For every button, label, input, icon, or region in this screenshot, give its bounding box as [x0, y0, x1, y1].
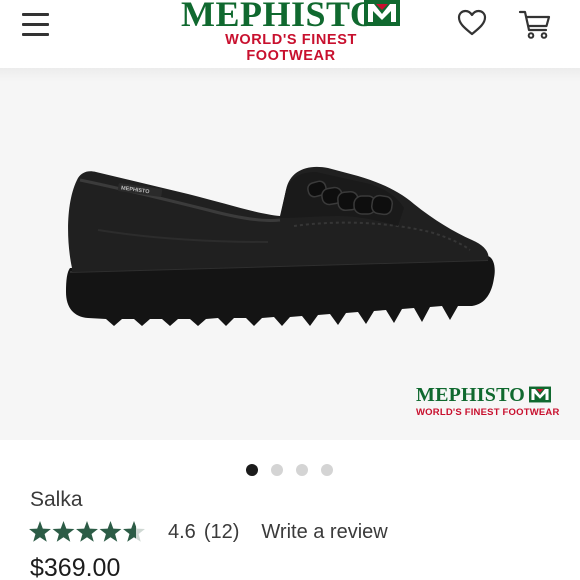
gallery-dot-3[interactable] [296, 464, 308, 476]
logo-m-emblem-icon [364, 0, 400, 26]
product-name: Salka [30, 488, 83, 511]
rating-star-4 [99, 521, 122, 542]
cart-icon[interactable] [518, 8, 552, 40]
gallery-dot-4[interactable] [321, 464, 333, 476]
product-image-gallery[interactable]: MEPHISTO MEPHISTO WORLD'S FINEST FOOTWEA… [0, 68, 580, 440]
rating-star-1 [29, 521, 51, 542]
hamburger-menu-icon[interactable] [22, 11, 50, 37]
image-logo-tagline: WORLD'S FINEST FOOTWEAR [416, 407, 560, 418]
logo-wordmark: MEPHISTO [181, 0, 379, 34]
product-rating: 4.6 (12) Write a review [28, 519, 388, 545]
logo-tagline: WORLD'S FINEST FOOTWEAR [225, 32, 357, 64]
rating-star-5 [123, 521, 145, 542]
rating-star-2 [52, 521, 75, 542]
rating-stars-icon[interactable] [28, 520, 146, 544]
rating-star-3 [76, 521, 98, 542]
gallery-dot-1[interactable] [246, 464, 258, 476]
image-brand-watermark: MEPHISTO WORLD'S FINEST FOOTWEAR [416, 384, 559, 424]
rating-count[interactable]: (12) [204, 521, 240, 544]
image-logo-wordmark: MEPHISTO [416, 384, 526, 406]
brand-logo[interactable]: MEPHISTO WORLD'S FINEST FOOTWEAR [181, 0, 401, 64]
site-header: MEPHISTO WORLD'S FINEST FOOTWEAR [0, 0, 580, 68]
gallery-pagination [246, 464, 333, 476]
gallery-dot-2[interactable] [271, 464, 283, 476]
image-logo-m-emblem-icon [529, 386, 551, 403]
write-review-link[interactable]: Write a review [261, 521, 387, 544]
heart-icon[interactable] [456, 8, 488, 38]
rating-value: 4.6 [168, 520, 196, 543]
product-price: $369.00 [30, 554, 121, 580]
product-shoe-image: MEPHISTO [66, 166, 495, 326]
